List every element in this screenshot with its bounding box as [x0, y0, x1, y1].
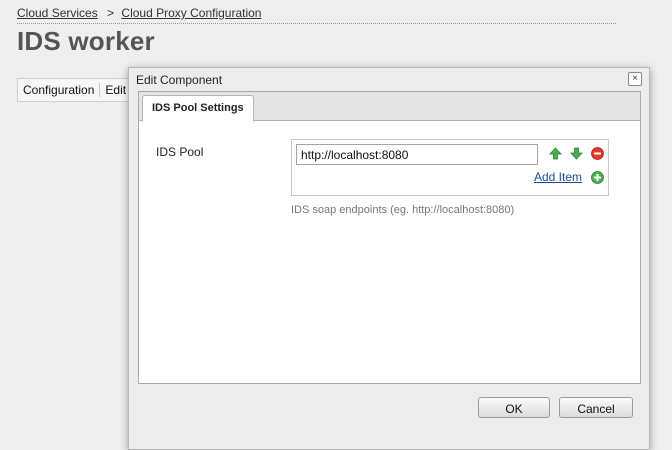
breadcrumb-separator: > — [107, 6, 115, 20]
ids-pool-multifield: Add Item — [291, 139, 609, 196]
cancel-button[interactable]: Cancel — [559, 397, 633, 418]
edit-component-dialog: Edit Component × IDS Pool Settings IDS P… — [128, 67, 650, 450]
page-title: IDS worker — [17, 26, 155, 56]
ids-pool-label: IDS Pool — [156, 145, 204, 159]
breadcrumb: Cloud Services > Cloud Proxy Configurati… — [17, 6, 261, 20]
remove-icon[interactable] — [591, 147, 604, 160]
ids-pool-url-input[interactable] — [296, 144, 538, 165]
close-icon[interactable]: × — [628, 72, 642, 86]
dialog-body: IDS Pool Settings IDS Pool Add Item IDS — [138, 91, 641, 384]
toolbar-edit-button[interactable]: Edit — [100, 83, 131, 97]
breadcrumb-cloud-services[interactable]: Cloud Services — [17, 6, 98, 20]
dialog-title: Edit Component — [136, 73, 223, 87]
ids-pool-help-text: IDS soap endpoints (eg. http://localhost… — [291, 204, 515, 216]
add-icon[interactable] — [591, 171, 604, 184]
ok-button[interactable]: OK — [478, 397, 550, 418]
tab-ids-pool-settings[interactable]: IDS Pool Settings — [142, 95, 254, 122]
add-item-link[interactable]: Add Item — [534, 170, 582, 184]
tab-strip: IDS Pool Settings — [139, 92, 640, 122]
breadcrumb-divider — [17, 23, 616, 24]
toolbar-configuration-button[interactable]: Configuration — [18, 83, 99, 97]
up-arrow-icon[interactable] — [549, 147, 562, 160]
down-arrow-icon[interactable] — [570, 147, 583, 160]
breadcrumb-cloud-proxy-configuration[interactable]: Cloud Proxy Configuration — [121, 6, 261, 20]
